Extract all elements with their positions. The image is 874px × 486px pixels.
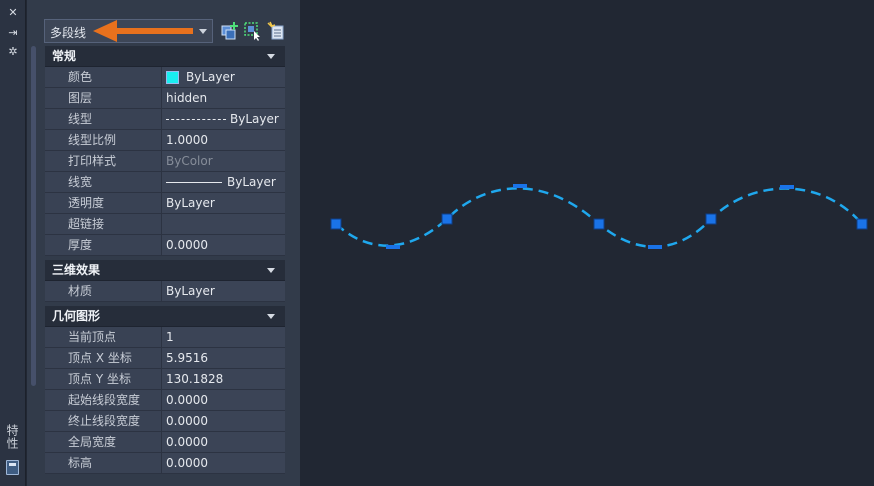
linetype-value: ByLayer xyxy=(230,112,279,126)
property-row-start-width[interactable]: 起始线段宽度 0.0000 xyxy=(45,390,285,411)
properties-palette: 多段线 常规 颜色 ByLayer 图层 hidden 线型 ByLayer 线… xyxy=(27,0,300,486)
chevron-down-icon[interactable] xyxy=(267,314,275,319)
toggle-pickadd-icon[interactable] xyxy=(220,21,240,41)
object-type-value: 多段线 xyxy=(50,26,87,40)
property-value[interactable]: 1 xyxy=(162,327,285,348)
property-value[interactable]: ByLayer xyxy=(162,172,285,193)
property-row-material[interactable]: 材质 ByLayer xyxy=(45,281,285,302)
property-row-current-vertex[interactable]: 当前顶点 1 xyxy=(45,327,285,348)
grip-midpoint[interactable] xyxy=(386,245,400,249)
property-value[interactable]: 0.0000 xyxy=(162,390,285,411)
property-value[interactable]: ByLayer xyxy=(162,193,285,214)
grip-midpoint[interactable] xyxy=(648,245,662,249)
property-row-global-width[interactable]: 全局宽度 0.0000 xyxy=(45,432,285,453)
settings-icon[interactable]: ✲ xyxy=(6,45,20,59)
property-key: 打印样式 xyxy=(45,151,162,172)
property-row-color[interactable]: 颜色 ByLayer xyxy=(45,67,285,88)
grip-midpoint[interactable] xyxy=(513,184,527,188)
select-objects-icon[interactable] xyxy=(243,21,263,41)
palette-title: 特性 xyxy=(5,424,19,450)
property-row-layer[interactable]: 图层 hidden xyxy=(45,88,285,109)
property-value[interactable]: ByLayer xyxy=(162,67,285,88)
property-value[interactable]: 1.0000 xyxy=(162,130,285,151)
property-row-vertex-y[interactable]: 顶点 Y 坐标 130.1828 xyxy=(45,369,285,390)
property-row-end-width[interactable]: 终止线段宽度 0.0000 xyxy=(45,411,285,432)
linetype-preview xyxy=(166,118,226,120)
property-value[interactable]: 5.9516 xyxy=(162,348,285,369)
grip-midpoint[interactable] xyxy=(780,185,794,189)
palette-toolbar: 多段线 xyxy=(27,0,300,44)
quick-select-icon[interactable] xyxy=(266,21,286,41)
property-row-plot-style[interactable]: 打印样式 ByColor xyxy=(45,151,285,172)
category-label: 几何图形 xyxy=(52,309,101,323)
drawing-canvas[interactable] xyxy=(300,0,874,486)
property-key: 线型比例 xyxy=(45,130,162,151)
close-icon[interactable]: ✕ xyxy=(6,6,20,20)
property-key: 终止线段宽度 xyxy=(45,411,162,432)
grip-vertex[interactable] xyxy=(856,218,868,230)
property-key: 材质 xyxy=(45,281,162,302)
grip-vertex[interactable] xyxy=(705,213,717,225)
property-value[interactable]: 0.0000 xyxy=(162,235,285,256)
property-value[interactable]: 0.0000 xyxy=(162,432,285,453)
property-key: 全局宽度 xyxy=(45,432,162,453)
property-key: 线宽 xyxy=(45,172,162,193)
property-key: 线型 xyxy=(45,109,162,130)
property-grid: 常规 颜色 ByLayer 图层 hidden 线型 ByLayer 线型比例 … xyxy=(45,46,285,474)
property-key: 透明度 xyxy=(45,193,162,214)
color-value: ByLayer xyxy=(186,70,235,84)
category-label: 常规 xyxy=(52,49,77,63)
property-value: ByColor xyxy=(162,151,285,172)
property-value[interactable]: ByLayer xyxy=(162,109,285,130)
property-row-linetype-scale[interactable]: 线型比例 1.0000 xyxy=(45,130,285,151)
property-key: 起始线段宽度 xyxy=(45,390,162,411)
property-key: 图层 xyxy=(45,88,162,109)
lineweight-value: ByLayer xyxy=(227,175,276,189)
chevron-down-icon[interactable] xyxy=(267,268,275,273)
property-row-linetype[interactable]: 线型 ByLayer xyxy=(45,109,285,130)
property-key: 超链接 xyxy=(45,214,162,235)
grip-vertex[interactable] xyxy=(330,218,342,230)
property-value[interactable]: 0.0000 xyxy=(162,453,285,474)
lineweight-preview xyxy=(166,181,222,183)
property-key: 顶点 Y 坐标 xyxy=(45,369,162,390)
palette-title-strip: ✕ ⇥ ✲ 特性 xyxy=(0,0,26,486)
property-row-vertex-x[interactable]: 顶点 X 坐标 5.9516 xyxy=(45,348,285,369)
property-value[interactable]: hidden xyxy=(162,88,285,109)
category-label: 三维效果 xyxy=(52,263,101,277)
property-value[interactable]: 130.1828 xyxy=(162,369,285,390)
property-row-hyperlink[interactable]: 超链接 xyxy=(45,214,285,235)
chevron-down-icon[interactable] xyxy=(267,54,275,59)
palette-scrollbar[interactable] xyxy=(31,46,36,386)
autohide-icon[interactable]: ⇥ xyxy=(6,26,20,40)
category-general[interactable]: 常规 xyxy=(45,46,285,67)
selected-polyline[interactable] xyxy=(335,187,863,248)
property-value[interactable]: ByLayer xyxy=(162,281,285,302)
grip-vertex[interactable] xyxy=(593,218,605,230)
color-swatch xyxy=(166,70,179,84)
property-row-elevation[interactable]: 标高 0.0000 xyxy=(45,453,285,474)
property-value[interactable] xyxy=(162,214,285,235)
property-row-thickness[interactable]: 厚度 0.0000 xyxy=(45,235,285,256)
annotation-arrow-icon xyxy=(93,20,193,42)
property-row-transparency[interactable]: 透明度 ByLayer xyxy=(45,193,285,214)
quick-calc-icon[interactable] xyxy=(6,460,19,475)
property-key: 颜色 xyxy=(45,67,162,88)
property-key: 当前顶点 xyxy=(45,327,162,348)
category-geometry[interactable]: 几何图形 xyxy=(45,306,285,327)
category-3d-visualization[interactable]: 三维效果 xyxy=(45,260,285,281)
property-value[interactable]: 0.0000 xyxy=(162,411,285,432)
property-key: 顶点 X 坐标 xyxy=(45,348,162,369)
property-row-lineweight[interactable]: 线宽 ByLayer xyxy=(45,172,285,193)
property-key: 标高 xyxy=(45,453,162,474)
grip-vertex[interactable] xyxy=(441,213,453,225)
property-key: 厚度 xyxy=(45,235,162,256)
chevron-down-icon xyxy=(199,29,207,34)
